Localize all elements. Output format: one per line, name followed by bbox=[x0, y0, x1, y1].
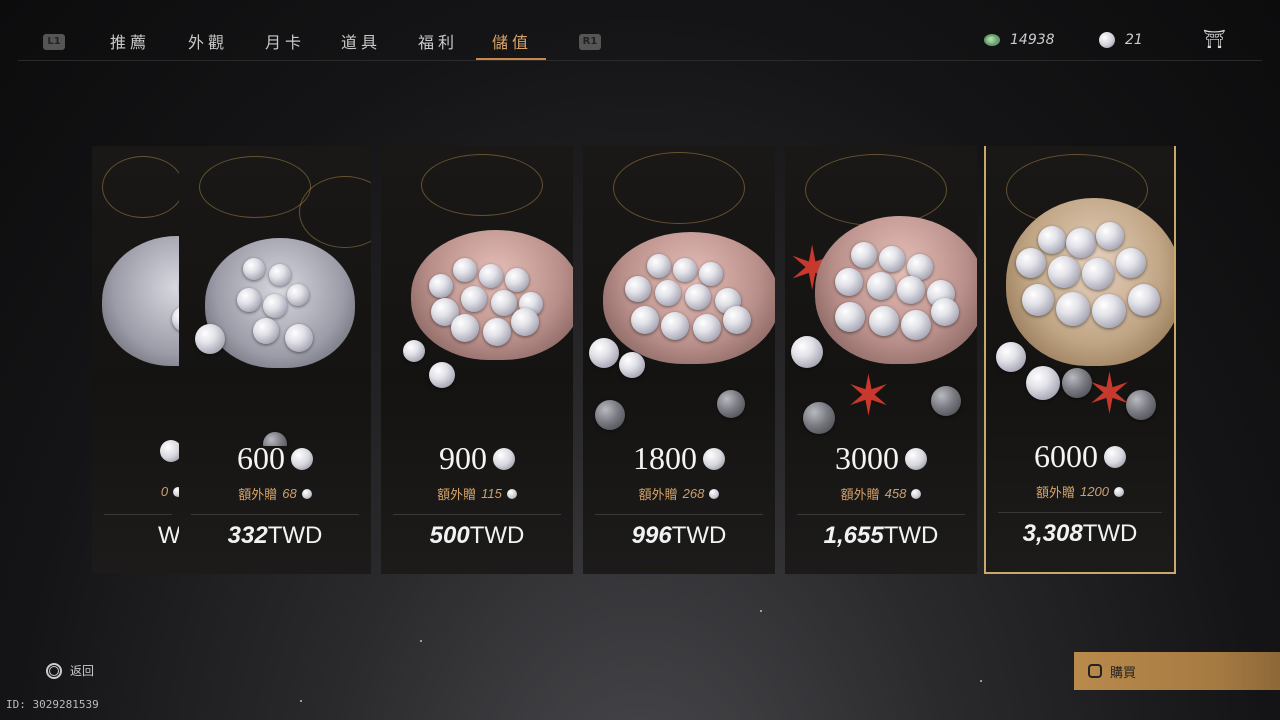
background-sparkle bbox=[420, 640, 422, 642]
package-price: WD bbox=[158, 522, 184, 549]
pearl-icon bbox=[291, 447, 313, 470]
pearl-amount: 21 bbox=[1125, 32, 1143, 48]
maple-leaf-decoration: ✶ bbox=[845, 364, 892, 429]
back-label: 返回 bbox=[70, 664, 95, 678]
tab-items[interactable]: 道具 bbox=[341, 30, 381, 56]
tab-appearance[interactable]: 外觀 bbox=[188, 30, 228, 56]
pearl-icon bbox=[905, 447, 927, 470]
buy-button[interactable]: 購買 bbox=[1074, 652, 1280, 690]
user-id: ID: 3029281539 bbox=[6, 698, 99, 711]
package-price: 332TWD bbox=[227, 522, 323, 549]
r1-button-hint[interactable]: R1 bbox=[579, 34, 601, 50]
package-card-600[interactable]: 600 額外贈 68 332TWD bbox=[179, 146, 371, 574]
tab-benefits[interactable]: 福利 bbox=[418, 30, 458, 56]
pearl-icon bbox=[301, 488, 312, 499]
package-amount: 6000 bbox=[986, 438, 1174, 475]
package-bonus: 額外贈 458 bbox=[785, 484, 977, 503]
package-art bbox=[381, 146, 573, 446]
pearl-icon bbox=[709, 488, 720, 499]
pearl-icon bbox=[1113, 486, 1124, 497]
pearl-icon bbox=[911, 488, 922, 499]
pearl-currency-display: 21 bbox=[1099, 30, 1143, 50]
shop-icon[interactable]: ⛩ bbox=[1203, 30, 1226, 50]
package-amount: 900 bbox=[381, 440, 573, 477]
card-divider bbox=[393, 514, 561, 515]
package-bonus: 額外贈 68 bbox=[179, 484, 371, 503]
package-amount: 1800 bbox=[583, 440, 775, 477]
circle-button-icon bbox=[46, 662, 62, 679]
package-card-partial[interactable]: 0 WD bbox=[92, 146, 184, 574]
package-bonus: 0 bbox=[92, 484, 184, 499]
package-art bbox=[179, 146, 371, 446]
package-card-900[interactable]: 900 額外贈 115 500TWD bbox=[381, 146, 573, 574]
jade-amount: 14938 bbox=[1010, 32, 1055, 48]
top-up-package-list: 0 WD 600 額外贈68 332TWD bbox=[92, 146, 1182, 576]
pearl-icon bbox=[1104, 445, 1126, 468]
top-navigation-bar: L1 推薦 外觀 月卡 道具 福利 儲值 R1 14938 21 ⛩ bbox=[0, 0, 1280, 62]
tab-top-up[interactable]: 儲值 bbox=[492, 30, 532, 56]
oyster-shell-image bbox=[102, 236, 184, 366]
card-divider bbox=[191, 514, 359, 515]
jade-coin-icon bbox=[984, 34, 1000, 46]
tab-monthly-card[interactable]: 月卡 bbox=[265, 30, 305, 56]
pearl-icon bbox=[703, 447, 725, 470]
card-divider bbox=[104, 514, 172, 515]
package-amount: 600 bbox=[179, 440, 371, 477]
package-bonus: 額外贈 115 bbox=[381, 484, 573, 503]
background-sparkle bbox=[760, 610, 762, 612]
jade-currency-display: 14938 bbox=[984, 30, 1055, 50]
package-art: ✶ ✶ bbox=[785, 146, 977, 446]
package-art: ✶ bbox=[986, 146, 1174, 444]
buy-label: 購買 bbox=[1110, 665, 1137, 681]
package-art bbox=[92, 146, 184, 446]
card-divider bbox=[998, 512, 1162, 513]
package-price: 3,308TWD bbox=[1022, 520, 1138, 547]
square-button-icon bbox=[1088, 664, 1102, 678]
background-sparkle bbox=[300, 700, 302, 702]
package-bonus: 額外贈 1200 bbox=[986, 482, 1174, 501]
package-amount: 3000 bbox=[785, 440, 977, 477]
package-price: 1,655TWD bbox=[823, 522, 939, 549]
pearl-icon bbox=[506, 488, 517, 499]
card-divider bbox=[797, 514, 965, 515]
top-divider bbox=[18, 60, 1262, 61]
card-divider bbox=[595, 514, 763, 515]
pearl-icon bbox=[1099, 32, 1115, 48]
package-card-6000[interactable]: ✶ 6000 額外贈 1200 3,308TWD bbox=[984, 146, 1176, 574]
back-button[interactable]: 返回 bbox=[46, 662, 94, 679]
maple-leaf-decoration: ✶ bbox=[1086, 362, 1133, 427]
l1-button-hint[interactable]: L1 bbox=[43, 34, 65, 50]
tab-recommended[interactable]: 推薦 bbox=[110, 30, 150, 56]
package-art bbox=[583, 146, 775, 446]
package-price: 500TWD bbox=[429, 522, 525, 549]
background-sparkle bbox=[980, 680, 982, 682]
pearl-icon bbox=[493, 447, 515, 470]
package-card-3000[interactable]: ✶ ✶ 3000 額外贈 458 1,655TWD bbox=[785, 146, 977, 574]
package-card-1800[interactable]: 1800 額外贈 268 996TWD bbox=[583, 146, 775, 574]
package-bonus: 額外贈 268 bbox=[583, 484, 775, 503]
package-amount bbox=[92, 440, 184, 462]
package-price: 996TWD bbox=[631, 522, 727, 549]
